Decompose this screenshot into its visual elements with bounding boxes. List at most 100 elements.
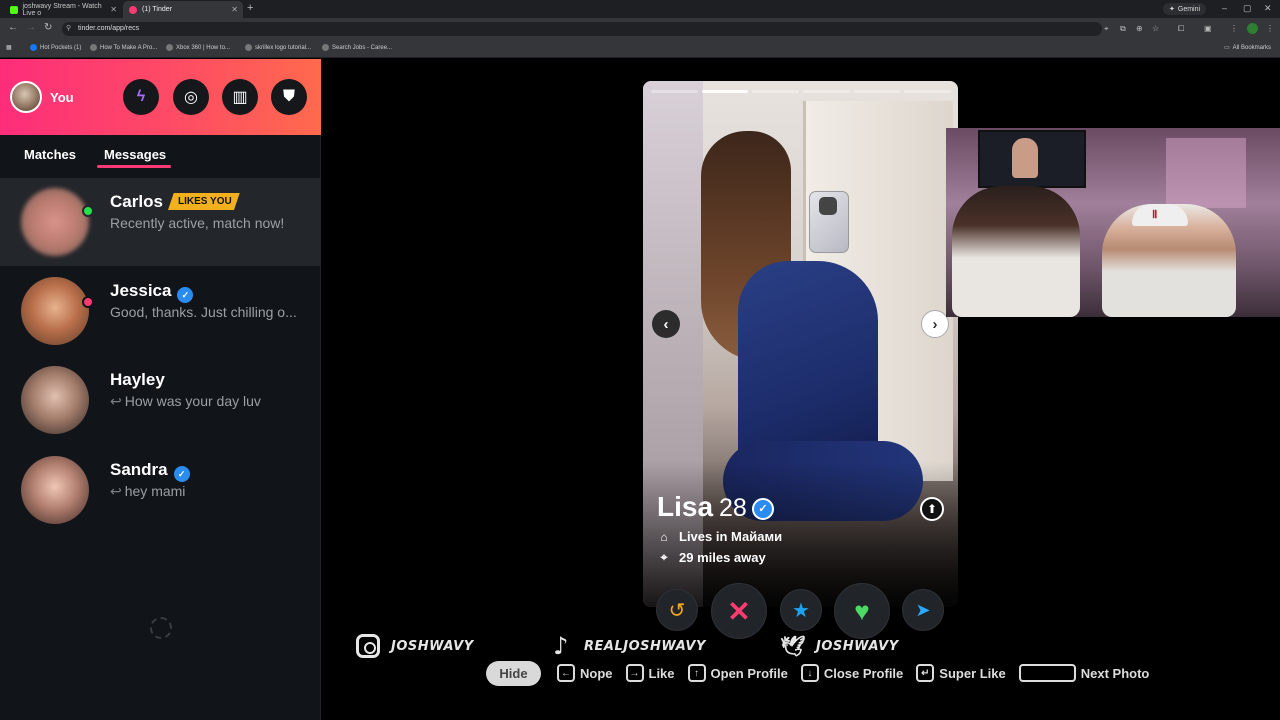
conversation-item[interactable]: Carlos LIKES YOU Recently active, match … — [0, 178, 321, 266]
gemini-button[interactable]: ✦ Gemini — [1163, 3, 1207, 15]
social-instagram: JOSHWAVY — [355, 633, 474, 659]
bookmark-item[interactable]: skrillex logo tutorial... — [245, 44, 311, 51]
profile-location: ⌂ Lives in Майами — [657, 529, 782, 544]
hint-open-profile: ↑ Open Profile — [687, 664, 788, 682]
profile-card[interactable]: ‹ › Lisa 28 ✓ ⬆ ⌂ Lives in Майами ⌖ 29 mile… — [643, 81, 958, 607]
menu-icon[interactable]: ⋮ — [1230, 24, 1238, 33]
shield-icon: ⛊ — [282, 88, 295, 105]
previous-photo-button[interactable]: ‹ — [652, 310, 680, 338]
bookmark-item[interactable]: Xbox 360 | How to... — [166, 44, 230, 51]
verified-icon: ✓ — [752, 498, 774, 520]
cast-icon[interactable]: ⧉ — [1120, 24, 1126, 34]
photo-subject — [819, 197, 837, 215]
webcam-monitor-person — [1012, 138, 1038, 178]
apps-icon[interactable]: ▦ — [6, 44, 12, 51]
conversation-item[interactable]: Sandra ✓ ↩ hey mami — [0, 446, 321, 534]
boost-icon: ➤ — [915, 599, 931, 620]
webcam-background — [1166, 138, 1246, 208]
avatar — [21, 456, 89, 524]
bookmark-item[interactable]: Hot Pockets (1) — [30, 44, 81, 51]
hint-label: Super Like — [939, 665, 1006, 681]
bookmark-star-icon[interactable]: ☆ — [1152, 24, 1159, 33]
bookmark-label: Hot Pockets (1) — [40, 44, 82, 51]
tab-matches[interactable]: Matches — [24, 147, 76, 162]
avatar[interactable] — [10, 81, 42, 113]
gemini-label: Gemini — [1177, 5, 1201, 13]
conversation-preview-row: ↩ hey mami — [110, 483, 185, 500]
location-icon[interactable]: ⌖ — [1104, 24, 1109, 34]
hint-nope: ← Nope — [557, 664, 613, 682]
close-tab-icon[interactable]: ✕ — [110, 5, 117, 14]
back-icon[interactable]: ← — [8, 22, 18, 33]
forward-icon[interactable]: → — [26, 22, 36, 33]
tab-messages[interactable]: Messages — [104, 147, 166, 162]
avatar — [21, 188, 89, 256]
hide-hints-button[interactable]: Hide — [486, 660, 541, 686]
bookmark-item[interactable]: Search Jobs - Caree... — [322, 44, 392, 51]
menu-icon[interactable]: ⋮ — [1266, 24, 1274, 33]
profile-link[interactable]: You — [50, 90, 74, 105]
social-handle: JOSHWAVY — [391, 638, 474, 654]
hint-label: Nope — [580, 665, 613, 681]
zoom-icon[interactable]: ⊕ — [1136, 24, 1143, 33]
conversation-item[interactable]: Hayley ↩ How was your day luv — [0, 356, 321, 444]
hint-label: Like — [648, 665, 675, 681]
cap-logo-icon: Ⅱ — [1152, 209, 1158, 221]
sidebar-header: You ϟ ◎ ▥ ⛊ — [0, 59, 321, 135]
reload-icon[interactable]: ↻ — [44, 22, 52, 33]
left-arrow-key-icon: ← — [557, 664, 575, 682]
rewind-icon: ↺ — [668, 599, 686, 622]
chevron-right-icon: › — [932, 315, 938, 333]
close-tab-icon[interactable]: ✕ — [231, 5, 238, 14]
super-like-button[interactable]: ★ — [780, 589, 822, 631]
super-like-icon: ★ — [792, 599, 810, 622]
rewind-button[interactable]: ↺ — [656, 589, 698, 631]
boost-button[interactable]: ➤ — [902, 589, 944, 631]
sidebar: You ϟ ◎ ▥ ⛊ Matches Messages Carlos LIKE… — [0, 59, 321, 720]
photo-progress-segment — [701, 90, 749, 93]
webcam-cap — [1132, 204, 1188, 226]
home-icon: ⌂ — [660, 529, 668, 544]
conversation-name: Carlos — [110, 192, 163, 211]
all-bookmarks[interactable]: ▭ All Bookmarks — [1224, 44, 1272, 52]
extensions-icon[interactable]: ⧠ — [1178, 24, 1184, 34]
bookmark-label: How To Make A Pro... — [100, 44, 158, 51]
verified-icon: ✓ — [177, 287, 194, 303]
conversation-item[interactable]: Jessica ✓ Good, thanks. Just chilling o..… — [0, 267, 321, 355]
profile-avatar[interactable] — [1247, 23, 1258, 34]
right-arrow-key-icon: → — [625, 664, 644, 682]
safety-button[interactable]: ⛊ — [271, 79, 307, 115]
tab-tinder[interactable]: (1) Tinder ✕ — [123, 1, 243, 18]
webcam-person — [952, 186, 1080, 317]
photo-progress-segment — [853, 90, 901, 93]
tinder-favicon-icon — [129, 5, 137, 14]
minimize-icon[interactable]: – — [1222, 3, 1227, 13]
likes-you-badge: LIKES YOU — [168, 193, 240, 210]
close-window-icon[interactable]: ✕ — [1264, 3, 1272, 14]
keyboard-hints: Hide ← Nope → Like ↑ Open Profile ↓ Close Pr… — [486, 660, 1162, 686]
url-input[interactable]: tinder.com/app/recs — [62, 22, 1102, 36]
briefcase-icon: ▥ — [232, 89, 248, 106]
online-indicator — [82, 205, 94, 217]
maximize-icon[interactable]: ▢ — [1243, 3, 1252, 14]
work-mode-button[interactable]: ▥ — [222, 79, 258, 115]
instagram-icon — [355, 633, 381, 659]
open-profile-button[interactable]: ⬆ — [920, 497, 944, 521]
sidepanel-icon[interactable]: ▣ — [1204, 24, 1212, 33]
bookmark-label: Xbox 360 | How to... — [176, 44, 230, 51]
boost-button[interactable]: ϟ — [123, 79, 159, 115]
unread-indicator — [82, 296, 94, 308]
nope-button[interactable]: ✕ — [711, 583, 767, 639]
photo-progress-segment — [651, 90, 698, 93]
like-icon: ♥ — [854, 595, 870, 626]
next-photo-button[interactable]: › — [921, 310, 949, 338]
like-button[interactable]: ♥ — [834, 583, 890, 639]
bookmark-label: Search Jobs - Caree... — [332, 44, 393, 51]
new-tab-button[interactable]: + — [247, 2, 253, 14]
site-info-icon[interactable]: ⚲ — [66, 24, 71, 32]
chevron-left-icon: ‹ — [663, 315, 669, 333]
explore-button[interactable]: ◎ — [173, 79, 209, 115]
bookmark-item[interactable]: How To Make A Pro... — [90, 44, 157, 51]
all-bookmarks-label: All Bookmarks — [1232, 44, 1272, 51]
tab-kick-stream[interactable]: joshwavy Stream - Watch Live o ✕ — [4, 1, 122, 18]
